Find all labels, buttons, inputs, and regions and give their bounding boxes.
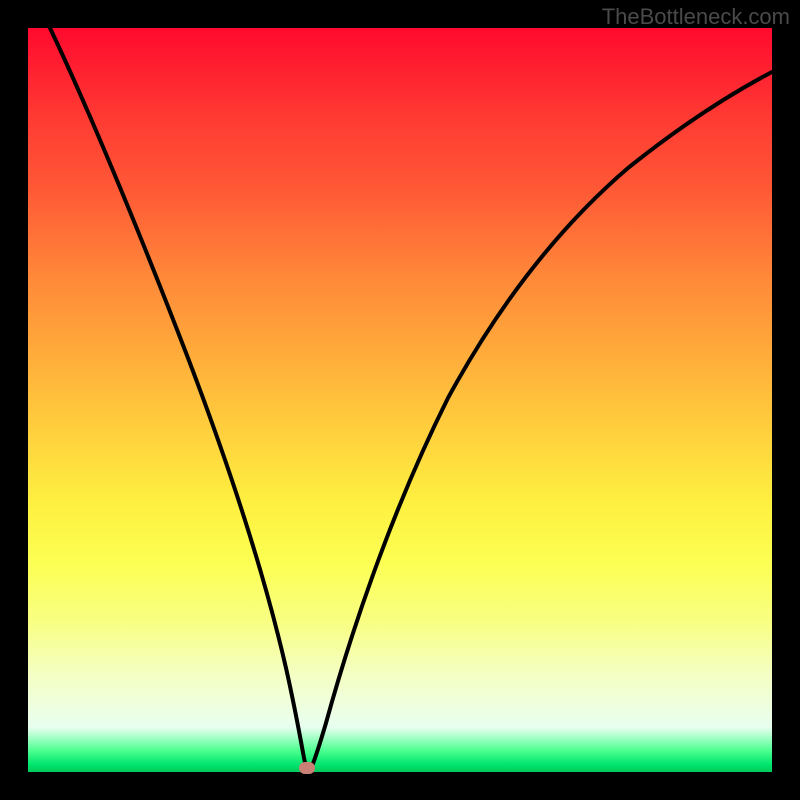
bottleneck-curve: [28, 28, 772, 772]
plot-area: [28, 28, 772, 772]
attribution-label: TheBottleneck.com: [602, 4, 790, 30]
optimum-marker: [299, 762, 315, 774]
curve-path: [50, 28, 772, 770]
